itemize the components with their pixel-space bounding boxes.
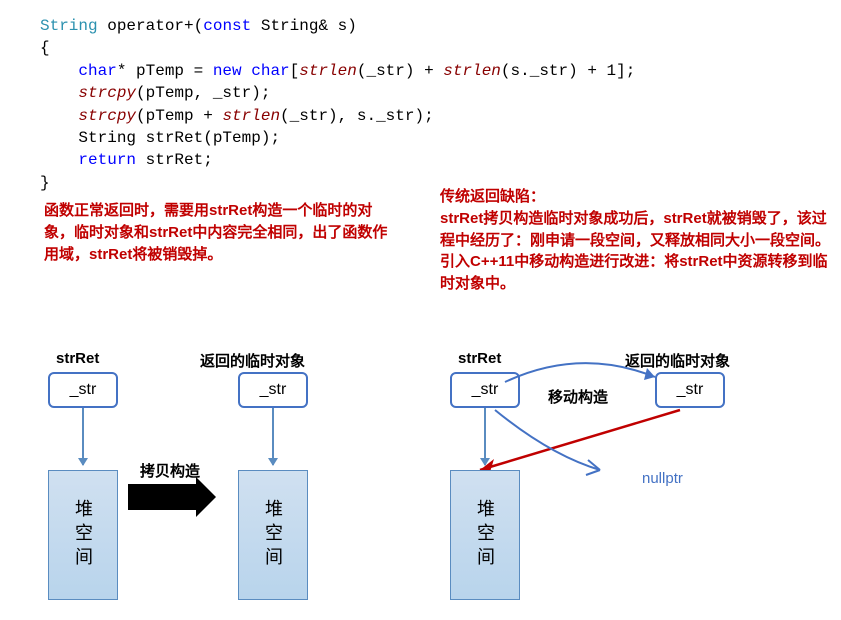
nullptr-label: nullptr (642, 470, 683, 487)
note-right-title: 传统返回缺陷： (440, 188, 545, 205)
heap-box-right: 堆空间 (238, 470, 308, 600)
arrow-down-icon (272, 408, 274, 465)
label-copy-ctor: 拷贝构造 (140, 460, 200, 481)
temp-str-box: _str (238, 372, 308, 408)
note-right-body: strRet拷贝构造临时对象成功后，strRet就被销毁了，该过程中经历了：刚申… (440, 210, 830, 292)
strret-str-box: _str (48, 372, 118, 408)
note-left: 函数正常返回时，需要用strRet构造一个临时的对象，临时对象和strRet中内… (44, 200, 394, 265)
label-temp-obj: 返回的临时对象 (200, 350, 305, 371)
heap-box-left: 堆空间 (48, 470, 118, 600)
thick-arrow-icon (128, 484, 198, 510)
label-strret: strRet (458, 350, 501, 367)
label-strret: strRet (56, 350, 99, 367)
heap-box-move: 堆空间 (450, 470, 520, 600)
curve-arrow-icon (500, 352, 670, 392)
note-right: 传统返回缺陷： strRet拷贝构造临时对象成功后，strRet就被销毁了，该过… (440, 186, 830, 295)
arrow-down-icon (82, 408, 84, 465)
code-type: String (40, 17, 98, 35)
code-block: String operator+(const String& s) { char… (0, 0, 841, 199)
